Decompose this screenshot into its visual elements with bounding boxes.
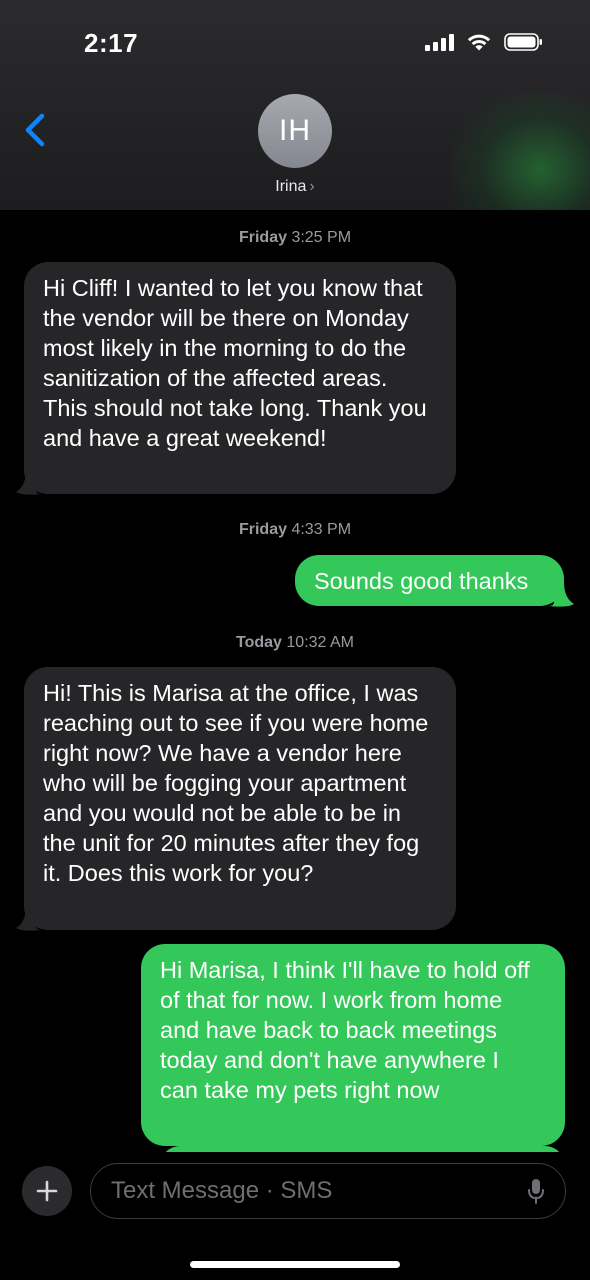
conversation-header: 2:17 IH Irina › [0, 0, 590, 210]
home-indicator[interactable] [190, 1261, 400, 1268]
outgoing-message[interactable]: Sounds good thanks [295, 555, 564, 606]
back-chevron-icon [25, 113, 45, 147]
plus-icon [36, 1180, 58, 1202]
bubble-tail [16, 470, 42, 495]
message-timestamp: Friday 3:25 PM [0, 229, 590, 247]
wifi-icon [467, 34, 491, 51]
message-timestamp: Today 10:32 AM [0, 634, 590, 652]
incoming-message[interactable]: Hi! This is Marisa at the office, I was … [24, 667, 456, 930]
message-text: Sounds good thanks [314, 568, 529, 594]
timestamp-day: Friday [238, 521, 287, 538]
timestamp-time: 10:32 AM [286, 634, 354, 651]
bubble-tail [16, 906, 42, 931]
message-text: Hi! This is Marisa at the office, I was … [43, 680, 429, 886]
timestamp-time: 3:25 PM [291, 229, 352, 246]
avatar-initials: IH [279, 114, 311, 147]
contact-name-button[interactable]: Irina › [0, 178, 590, 196]
status-icons [425, 32, 544, 52]
message-text: Hi Cliff! I wanted to let you know that … [43, 275, 427, 451]
contact-name: Irina [275, 178, 307, 195]
chevron-right-icon: › [309, 178, 315, 195]
back-button[interactable] [18, 108, 58, 152]
incoming-message[interactable]: Hi Cliff! I wanted to let you know that … [24, 262, 456, 494]
cellular-signal-icon [425, 33, 454, 51]
message-input-placeholder: Text Message · SMS [111, 1177, 333, 1204]
status-time: 2:17 [84, 28, 139, 58]
timestamp-time: 4:33 PM [291, 521, 352, 538]
bubble-tail [548, 582, 574, 607]
add-attachment-button[interactable] [22, 1166, 72, 1216]
battery-icon [504, 33, 542, 51]
timestamp-day: Friday [238, 229, 287, 246]
outgoing-message[interactable]: Hi Marisa, I think I'll have to hold off… [141, 944, 565, 1146]
contact-avatar[interactable]: IH [258, 94, 332, 168]
message-input[interactable]: Text Message · SMS [90, 1163, 566, 1219]
microphone-icon[interactable] [527, 1178, 545, 1206]
timestamp-day: Today [236, 634, 282, 651]
message-timestamp: Friday 4:33 PM [0, 521, 590, 539]
message-text: Hi Marisa, I think I'll have to hold off… [160, 957, 530, 1103]
